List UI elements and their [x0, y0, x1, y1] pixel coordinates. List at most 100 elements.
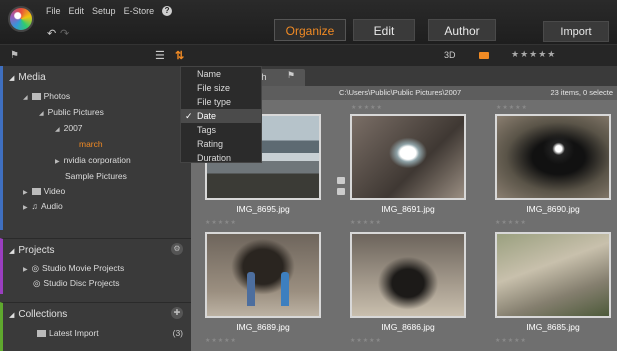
thumbnail-item[interactable]: IMG_8686.jpg ★★★★★ [350, 232, 466, 344]
help-icon[interactable]: ? [162, 6, 173, 16]
rating-stars[interactable]: ★★★★★ [205, 337, 321, 344]
redo-icon[interactable]: ↷ [60, 27, 69, 40]
sort-option-name[interactable]: Name [181, 67, 261, 81]
sort-option-label: Tags [197, 125, 217, 135]
import-button[interactable]: Import [543, 21, 609, 42]
rating-stars[interactable]: ★★★★★ [350, 219, 466, 226]
tree-label: Photos [43, 91, 71, 101]
sort-option-duration[interactable]: Duration [181, 151, 261, 165]
menu-edit[interactable]: Edit [69, 6, 85, 16]
thumbnail-item[interactable]: IMG_8690.jpg ★★★★★ [495, 114, 611, 226]
tree-item-video[interactable]: ▶ Video [23, 186, 65, 196]
rating-filter[interactable]: ★★★★★ [511, 49, 556, 60]
app-logo-icon [8, 6, 34, 32]
collapse-triangle-icon[interactable]: ◢ [9, 75, 14, 82]
new-tab-icon[interactable]: ⚑ [287, 70, 299, 81]
thumbnail-badges [337, 177, 345, 199]
list-view-icon[interactable]: ☰ [155, 49, 165, 62]
tag-filter-icon[interactable] [479, 52, 489, 59]
app-header: File Edit Setup E-Store ? ↶ ↷ Organize E… [0, 0, 617, 44]
person-figure [247, 272, 255, 306]
collections-section: ◢ Collections ✚ Latest Import (3) [0, 302, 191, 351]
tree-label: Latest Import [49, 328, 99, 338]
rating-stars[interactable]: ★★★★★ [495, 337, 611, 344]
collapse-triangle-icon[interactable]: ◢ [9, 312, 14, 319]
tree-label: Audio [41, 201, 63, 211]
photo-icon [31, 93, 41, 100]
menu-bar: File Edit Setup E-Store ? [46, 6, 173, 16]
thumbnail-image[interactable] [495, 114, 611, 200]
collections-section-header[interactable]: ◢ Collections [9, 309, 67, 320]
thumbnail-image[interactable] [205, 232, 321, 318]
tree-item-march[interactable]: march [79, 139, 103, 149]
thumbnail-caption: IMG_8691.jpg [381, 204, 435, 214]
library-toolbar: ⚑ ☰ ⇅ 3D ★★★★★ [0, 44, 617, 66]
sort-icon[interactable]: ⇅ [175, 49, 184, 62]
sort-option-date[interactable]: ✓ Date [181, 109, 261, 123]
sort-option-label: Name [197, 69, 222, 79]
thumbnail-item[interactable]: IMG_8691.jpg ★★★★★ [350, 114, 466, 226]
music-note-icon: ♫ [31, 201, 38, 211]
tree-item-sample-pictures[interactable]: Sample Pictures [65, 171, 127, 181]
thumbnail-image[interactable] [350, 114, 466, 200]
collapse-triangle-icon: ◢ [39, 111, 44, 117]
menu-estore[interactable]: E-Store [124, 6, 155, 16]
tab-author[interactable]: Author [428, 19, 496, 41]
rating-stars[interactable]: ★★★★★ [350, 337, 466, 344]
tree-item-studio-movie-projects[interactable]: ▶ ◎ Studio Movie Projects [23, 263, 124, 274]
latest-import-count: (3) [172, 328, 183, 338]
tree-item-latest-import[interactable]: Latest Import [37, 328, 99, 338]
menu-file[interactable]: File [46, 6, 61, 16]
3d-filter-button[interactable]: 3D [444, 50, 456, 60]
rating-stars[interactable]: ★★★★★ [351, 104, 383, 111]
media-section-header[interactable]: ◢ Media [9, 72, 46, 83]
thumbnail-caption: IMG_8690.jpg [526, 204, 580, 214]
disc-icon: ◎ [33, 278, 41, 288]
sort-option-label: Duration [197, 153, 232, 163]
menu-setup[interactable]: Setup [92, 6, 116, 16]
projects-section-header[interactable]: ◢ Projects [9, 245, 55, 256]
tab-organize[interactable]: Organize [274, 19, 346, 41]
projects-header-label: Projects [18, 245, 55, 256]
thumbnail-item[interactable]: IMG_8685.jpg ★★★★★ [495, 232, 611, 344]
media-section: ◢ Media ◢ Photos ◢ Public Pictures ◢ 2007 ma… [0, 66, 191, 230]
sort-option-label: Rating [197, 139, 224, 149]
tree-item-public-pictures[interactable]: ◢ Public Pictures [39, 107, 104, 117]
tree-label: nvidia corporation [63, 155, 131, 165]
rating-stars[interactable]: ★★★★★ [205, 219, 321, 226]
movie-project-icon: ◎ [31, 263, 40, 273]
collapse-triangle-icon[interactable]: ◢ [9, 248, 14, 255]
add-project-icon[interactable]: ⚙ [171, 243, 183, 255]
sort-option-tags[interactable]: Tags [181, 123, 261, 137]
tree-item-nvidia[interactable]: ▶ nvidia corporation [55, 155, 131, 165]
sort-option-label: Date [197, 111, 217, 121]
tree-item-audio[interactable]: ▶ ♫ Audio [23, 201, 63, 211]
tree-item-photos[interactable]: ◢ Photos [23, 91, 70, 101]
tree-item-studio-disc-projects[interactable]: ◎ Studio Disc Projects [33, 278, 119, 289]
thumbnail-image[interactable] [350, 232, 466, 318]
tab-edit[interactable]: Edit [353, 19, 415, 41]
items-status: 23 items, 0 selecte [550, 88, 613, 97]
video-icon [31, 188, 41, 195]
library-navigator: ◢ Media ◢ Photos ◢ Public Pictures ◢ 2007 ma… [0, 66, 191, 351]
thumbnail-image[interactable] [495, 232, 611, 318]
thumbnail-caption: IMG_8695.jpg [236, 204, 290, 214]
folder-path: C:\Users\Public\Public Pictures\2007 [339, 88, 462, 97]
tree-label: Studio Movie Projects [42, 263, 125, 273]
folder-icon [337, 177, 345, 184]
tag-icon[interactable]: ⚑ [10, 50, 22, 61]
expand-triangle-icon: ▶ [23, 205, 28, 211]
rating-stars[interactable]: ★★★★★ [495, 219, 611, 226]
sort-option-label: File type [197, 97, 232, 107]
undo-icon[interactable]: ↶ [47, 27, 56, 40]
rating-stars[interactable]: ★★★★★ [496, 104, 528, 111]
sort-option-file-size[interactable]: File size [181, 81, 261, 95]
tree-item-2007[interactable]: ◢ 2007 [55, 123, 83, 133]
collapse-triangle-icon: ◢ [23, 95, 28, 101]
sort-option-file-type[interactable]: File type [181, 95, 261, 109]
person-figure [281, 272, 289, 306]
sort-option-rating[interactable]: Rating [181, 137, 261, 151]
add-collection-icon[interactable]: ✚ [171, 307, 183, 319]
thumbnail-item[interactable]: IMG_8689.jpg ★★★★★ [205, 232, 321, 344]
tree-label: Video [43, 186, 66, 196]
